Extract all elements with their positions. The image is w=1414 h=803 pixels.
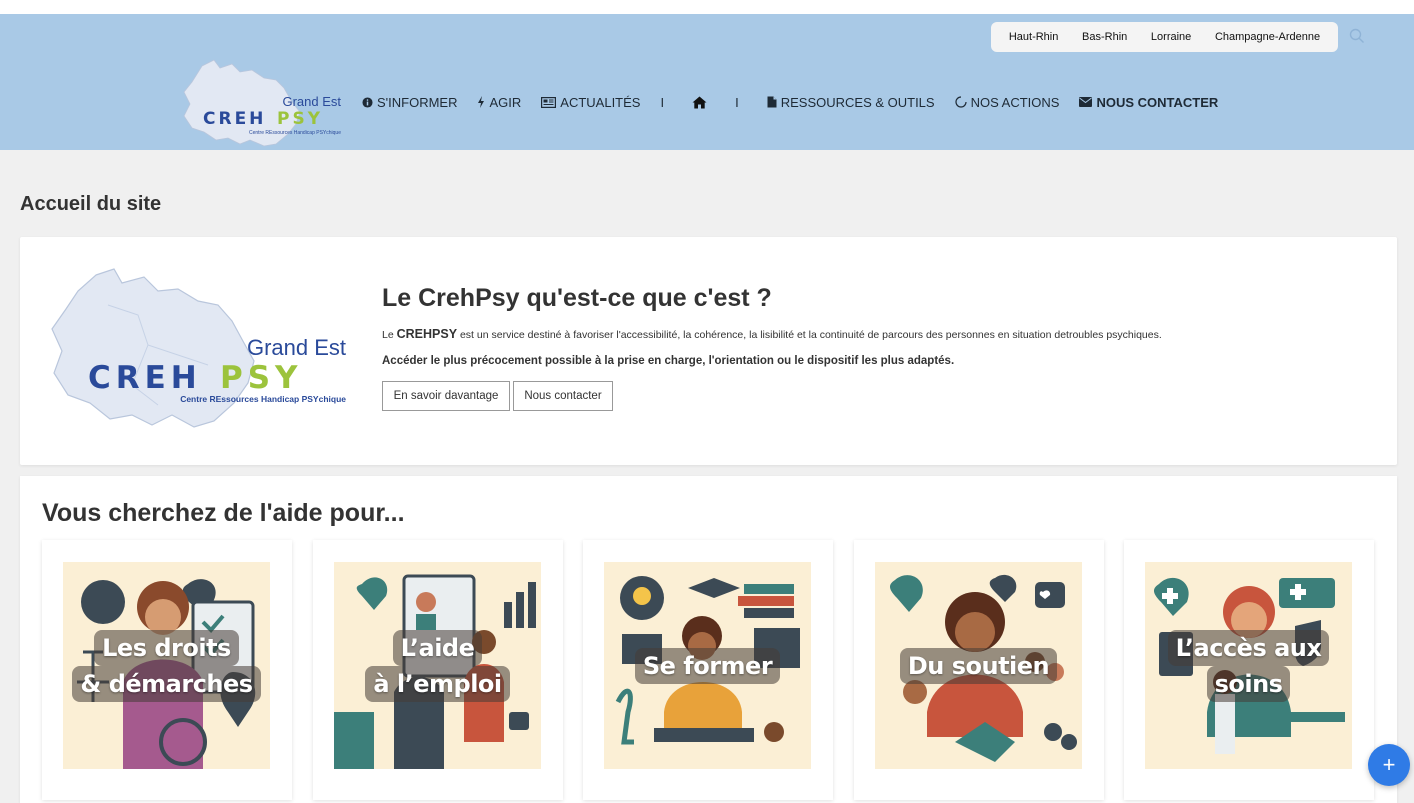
illustration-former: Se former xyxy=(604,562,811,769)
card-label-line1: Du soutien xyxy=(899,647,1058,684)
card-label-line2: soins xyxy=(1206,665,1291,702)
newspaper-icon xyxy=(541,96,557,108)
nav-contact[interactable]: NOUS CONTACTER xyxy=(1079,95,1218,110)
nav-actions[interactable]: NOS ACTIONS xyxy=(955,94,1060,110)
card-label-line2: & démarches xyxy=(72,665,261,702)
floating-add-button[interactable]: + xyxy=(1368,744,1410,786)
help-card-soutien[interactable]: Du soutien xyxy=(854,540,1104,800)
help-card-emploi[interactable]: L’aide à l’emploi xyxy=(313,540,563,800)
card-label: Du soutien xyxy=(875,647,1082,684)
intro-desc-strong: CREHPSY xyxy=(396,327,458,341)
intro-heading: Le CrehPsy qu'est-ce que c'est ? xyxy=(382,284,772,312)
region-selector: Haut-Rhin Bas-Rhin Lorraine Champagne-Ar… xyxy=(991,22,1338,52)
logo-tagline: Centre REssources Handicap PSYchique xyxy=(249,130,341,136)
card-label-line2: à l’emploi xyxy=(365,665,510,702)
illustration-soutien: Du soutien xyxy=(875,562,1082,769)
card-label-line1: L’accès aux xyxy=(1167,629,1330,666)
hero-logo-name-part1: CREH xyxy=(88,360,202,396)
card-label: L’accès aux soins xyxy=(1145,629,1352,702)
intro-description: Le CREHPSY est un service destiné à favo… xyxy=(382,327,1162,341)
nav-contact-label: NOUS CONTACTER xyxy=(1096,94,1219,110)
illustration-emploi: L’aide à l’emploi xyxy=(334,562,541,769)
nav-informer[interactable]: S'INFORMER xyxy=(362,95,457,110)
learn-more-button[interactable]: En savoir davantage xyxy=(382,381,510,411)
logo-name-part1: CREH xyxy=(203,109,266,129)
nav-home[interactable] xyxy=(692,96,707,109)
hero-logo-name-part2: PSY xyxy=(220,360,303,396)
top-strip xyxy=(0,0,1414,14)
logo-name-part2: PSY xyxy=(277,109,323,129)
region-haut-rhin[interactable]: Haut-Rhin xyxy=(1009,31,1059,43)
card-label: L’aide à l’emploi xyxy=(334,629,541,702)
help-card-former[interactable]: Se former xyxy=(583,540,833,800)
bolt-icon xyxy=(478,96,485,108)
help-heading: Vous cherchez de l'aide pour... xyxy=(42,499,405,527)
main-nav: S'INFORMER AGIR ACTUALITÉS I I RESSOURCE… xyxy=(362,92,1238,112)
nav-actualites-label: ACTUALITÉS xyxy=(560,94,641,110)
crehpsy-logo-large: Grand Est CREH PSY Centre REssources Han… xyxy=(51,268,346,428)
card-label-line1: Se former xyxy=(634,647,781,684)
file-icon xyxy=(767,96,777,108)
nav-actualites[interactable]: ACTUALITÉS xyxy=(541,95,640,110)
help-section: Vous cherchez de l'aide pour... Les droi… xyxy=(20,476,1397,803)
contact-button[interactable]: Nous contacter xyxy=(513,381,613,411)
nav-agir[interactable]: AGIR xyxy=(477,95,521,110)
search-icon[interactable] xyxy=(1349,28,1365,44)
circle-notch-icon xyxy=(955,96,967,108)
info-icon xyxy=(362,96,373,108)
card-label-line1: Les droits xyxy=(94,629,239,666)
home-icon xyxy=(692,96,707,108)
card-label: Les droits & démarches xyxy=(63,629,270,702)
hero-logo-region: Grand Est xyxy=(247,335,346,360)
illustration-soins: L’accès aux soins xyxy=(1145,562,1352,769)
illustration-droits: Les droits & démarches xyxy=(63,562,270,769)
region-champagne-ardenne[interactable]: Champagne-Ardenne xyxy=(1215,31,1320,43)
intro-desc-rest: est un service destiné à favoriser l'acc… xyxy=(457,329,1162,341)
card-label-line1: L’aide xyxy=(392,629,483,666)
intro-desc-prefix: Le xyxy=(382,329,397,341)
intro-panel: Grand Est CREH PSY Centre REssources Han… xyxy=(20,237,1397,465)
nav-separator: I xyxy=(735,94,739,110)
nav-ressources-label: RESSOURCES & OUTILS xyxy=(780,94,935,110)
region-bas-rhin[interactable]: Bas-Rhin xyxy=(1082,31,1127,43)
crehpsy-logo[interactable]: Grand Est CREH PSY Centre REssources Han… xyxy=(180,58,350,148)
nav-ressources[interactable]: RESSOURCES & OUTILS xyxy=(767,95,935,110)
help-card-droits[interactable]: Les droits & démarches xyxy=(42,540,292,800)
page-title: Accueil du site xyxy=(20,193,162,215)
card-label: Se former xyxy=(604,647,811,684)
hero-logo-tagline: Centre REssources Handicap PSYchique xyxy=(180,394,346,404)
site-header: Haut-Rhin Bas-Rhin Lorraine Champagne-Ar… xyxy=(0,14,1414,150)
intro-mission: Accéder le plus précocement possible à l… xyxy=(382,355,955,367)
logo-region-text: Grand Est xyxy=(282,94,341,109)
region-lorraine[interactable]: Lorraine xyxy=(1151,31,1191,43)
help-card-soins[interactable]: L’accès aux soins xyxy=(1124,540,1374,800)
envelope-icon xyxy=(1079,97,1093,107)
nav-agir-label: AGIR xyxy=(489,94,522,110)
nav-actions-label: NOS ACTIONS xyxy=(970,94,1060,110)
nav-informer-label: S'INFORMER xyxy=(377,94,458,110)
nav-separator: I xyxy=(660,94,665,110)
